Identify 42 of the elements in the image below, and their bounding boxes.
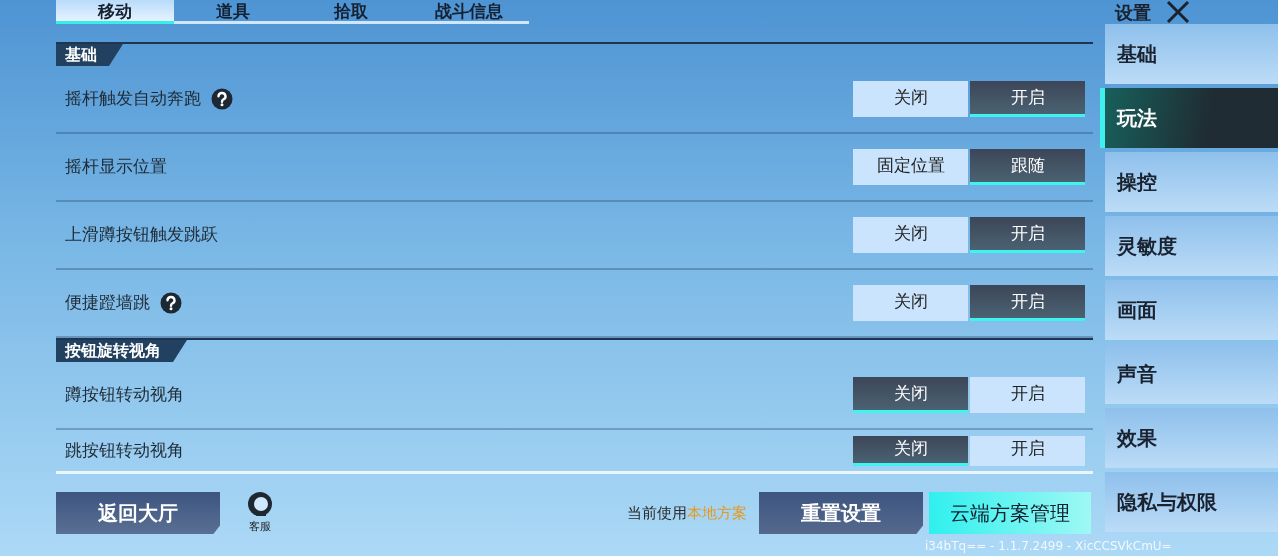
toggle-option[interactable]: 关闭 — [853, 217, 968, 253]
section-header: 按钮旋转视角 — [56, 340, 187, 362]
reset-button[interactable]: 重置设置 — [759, 492, 923, 534]
sidebar-item[interactable]: 操控 — [1105, 152, 1278, 212]
toggle-option[interactable]: 关闭 — [853, 285, 968, 321]
setting-label: 便捷蹬墙跳 — [65, 291, 150, 315]
toggle-option[interactable]: 跟随 — [970, 149, 1085, 185]
setting-label: 蹲按钮转动视角 — [65, 383, 184, 407]
sidebar-item[interactable]: 玩法 — [1100, 88, 1278, 148]
toggle-option[interactable]: 固定位置 — [853, 149, 968, 185]
sidebar-item[interactable]: 基础 — [1105, 24, 1278, 84]
toggle-option[interactable]: 开启 — [970, 435, 1085, 466]
close-icon[interactable] — [1165, 0, 1191, 25]
sidebar-item[interactable]: 画面 — [1105, 280, 1278, 340]
support-label[interactable]: 客服 — [249, 518, 271, 536]
toggle-option[interactable]: 关闭 — [853, 435, 968, 466]
toggle-option[interactable]: 关闭 — [853, 81, 968, 117]
tab[interactable]: 战斗信息 — [410, 0, 528, 21]
sidebar-item[interactable]: 隐私与权限 — [1105, 472, 1278, 532]
tab[interactable]: 道具 — [174, 0, 292, 21]
version-text: i34bTq== - 1.1.7.2499 - XicCCSVkCmU= — [925, 539, 1172, 553]
current-plan-text: 当前使用本地方案 — [627, 502, 747, 524]
setting-label: 跳按钮转动视角 — [65, 438, 184, 462]
setting-label: 上滑蹲按钮触发跳跃 — [65, 223, 218, 247]
tab[interactable]: 移动 — [56, 0, 174, 24]
help-icon[interactable] — [160, 292, 182, 314]
cloud-plan-button[interactable]: 云端方案管理 — [929, 492, 1091, 534]
sidebar-item[interactable]: 灵敏度 — [1105, 216, 1278, 276]
section-header: 基础 — [56, 44, 123, 66]
setting-label: 摇杆触发自动奔跑 — [65, 87, 201, 111]
tab[interactable]: 拾取 — [292, 0, 410, 21]
toggle-option[interactable]: 开启 — [970, 377, 1085, 413]
toggle-option[interactable]: 开启 — [970, 217, 1085, 253]
setting-label: 摇杆显示位置 — [65, 155, 167, 179]
back-button[interactable]: 返回大厅 — [56, 492, 220, 534]
sidebar-item[interactable]: 声音 — [1105, 344, 1278, 404]
toggle-option[interactable]: 关闭 — [853, 377, 968, 413]
help-icon[interactable] — [211, 88, 233, 110]
toggle-option[interactable]: 开启 — [970, 81, 1085, 117]
sidebar-item[interactable]: 效果 — [1105, 408, 1278, 468]
settings-title: 设置 — [1115, 0, 1151, 25]
toggle-option[interactable]: 开启 — [970, 285, 1085, 321]
